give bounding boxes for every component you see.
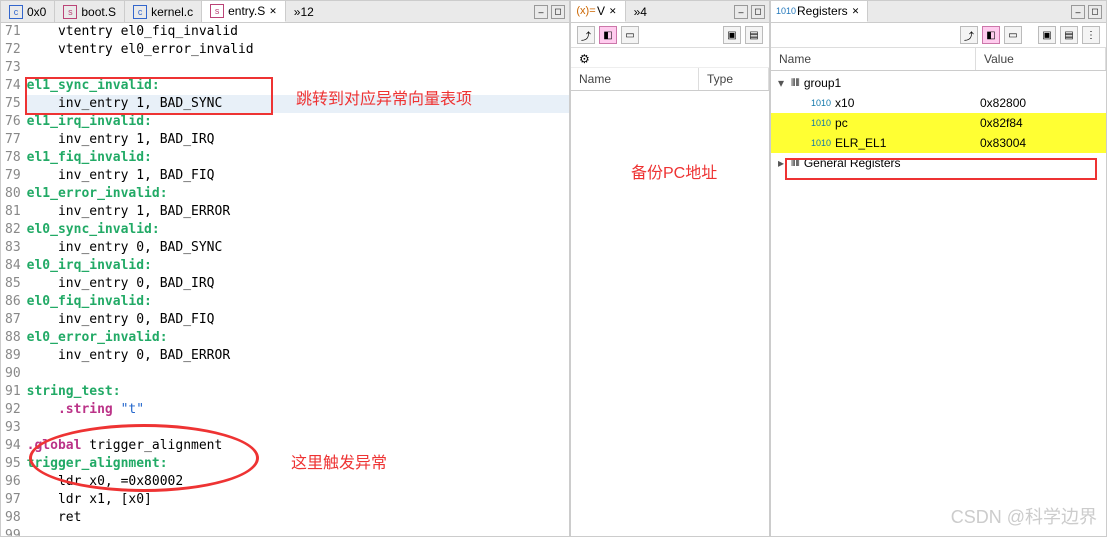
tab-entry[interactable]: sentry.S ✕: [202, 1, 286, 22]
expander-icon[interactable]: ▾: [775, 76, 787, 90]
code-line[interactable]: ldr x0, =0x80002: [27, 473, 569, 491]
regs-tree[interactable]: ▾⦀⦀group1 1010x100x828001010pc0x82f84101…: [771, 71, 1106, 536]
annotation-text-1: 跳转到对应异常向量表项: [296, 85, 472, 109]
general-registers-row[interactable]: ▸⦀⦀General Registers: [771, 153, 1106, 173]
code-line[interactable]: inv_entry 0, BAD_ERROR: [27, 347, 569, 365]
regs-toolbar: ⤴ ◧ ▭ ▣ ▤ ⋮: [771, 23, 1106, 48]
tab-kernel[interactable]: ckernel.c: [125, 1, 202, 22]
tab-overflow[interactable]: »12: [286, 1, 322, 22]
code-line[interactable]: el0_sync_invalid:: [27, 221, 569, 239]
col-value[interactable]: Value: [976, 48, 1106, 70]
code-line[interactable]: el0_fiq_invalid:: [27, 293, 569, 311]
tab-0x0[interactable]: c0x0: [1, 1, 55, 22]
annotation-text-3: 备份PC地址: [631, 159, 717, 183]
watermark: CSDN @科学边界: [951, 503, 1097, 529]
toolbar-btn-1[interactable]: ⤴: [577, 26, 595, 44]
vars-tabbar: (x)=V ✕ »4 – ◻: [571, 1, 769, 23]
maximize-icon[interactable]: ◻: [1088, 5, 1102, 19]
code-line[interactable]: inv_entry 0, BAD_IRQ: [27, 275, 569, 293]
tab-variables[interactable]: (x)=V ✕: [571, 1, 626, 22]
minimize-icon[interactable]: –: [1071, 5, 1085, 19]
minimize-icon[interactable]: –: [734, 5, 748, 19]
toolbar-btn-5[interactable]: ▤: [745, 26, 763, 44]
toolbar-btn-6[interactable]: ⋮: [1082, 26, 1100, 44]
vars-tab-overflow[interactable]: »4: [626, 1, 655, 22]
toolbar-btn-4[interactable]: ▣: [723, 26, 741, 44]
code-line[interactable]: el1_irq_invalid:: [27, 113, 569, 131]
editor-tabbar: c0x0 sboot.S ckernel.c sentry.S ✕ »12 – …: [1, 1, 569, 23]
code-line[interactable]: inv_entry 1, BAD_FIQ: [27, 167, 569, 185]
register-row[interactable]: 1010pc0x82f84: [771, 113, 1106, 133]
tab-boot[interactable]: sboot.S: [55, 1, 125, 22]
maximize-icon[interactable]: ◻: [551, 5, 565, 19]
code-line[interactable]: ldr x1, [x0]: [27, 491, 569, 509]
code-line[interactable]: [27, 419, 569, 437]
code-line[interactable]: vtentry el0_fiq_invalid: [27, 23, 569, 41]
col-type[interactable]: Type: [699, 68, 769, 90]
code-line[interactable]: el0_error_invalid:: [27, 329, 569, 347]
code-line[interactable]: [27, 527, 569, 536]
register-row[interactable]: 1010ELR_EL10x83004: [771, 133, 1106, 153]
vars-header: Name Type: [571, 68, 769, 91]
code-line[interactable]: vtentry el0_error_invalid: [27, 41, 569, 59]
minimize-icon[interactable]: –: [534, 5, 548, 19]
col-name[interactable]: Name: [571, 68, 699, 90]
toolbar-btn-2[interactable]: ◧: [599, 26, 617, 44]
code-line[interactable]: inv_entry 0, BAD_SYNC: [27, 239, 569, 257]
col-name[interactable]: Name: [771, 48, 976, 70]
regs-header: Name Value: [771, 48, 1106, 71]
code-line[interactable]: el1_fiq_invalid:: [27, 149, 569, 167]
toolbar-btn-3[interactable]: ▭: [621, 26, 639, 44]
register-row[interactable]: 1010x100x82800: [771, 93, 1106, 113]
toolbar-btn-5[interactable]: ▤: [1060, 26, 1078, 44]
expander-icon[interactable]: ▸: [775, 156, 787, 170]
maximize-icon[interactable]: ◻: [751, 5, 765, 19]
code-line[interactable]: inv_entry 1, BAD_IRQ: [27, 131, 569, 149]
code-line[interactable]: inv_entry 0, BAD_FIQ: [27, 311, 569, 329]
vars-toolbar: ⤴ ◧ ▭ ▣ ▤: [571, 23, 769, 48]
code-line[interactable]: inv_entry 1, BAD_ERROR: [27, 203, 569, 221]
regs-tabbar: 1010Registers ✕ – ◻: [771, 1, 1106, 23]
toolbar-btn-3[interactable]: ▭: [1004, 26, 1022, 44]
group-row[interactable]: ▾⦀⦀group1: [771, 73, 1106, 93]
toolbar-btn-1[interactable]: ⤴: [960, 26, 978, 44]
vars-filter[interactable]: ⚙: [571, 48, 769, 68]
tab-registers[interactable]: 1010Registers ✕: [771, 1, 868, 22]
code-line[interactable]: [27, 59, 569, 77]
code-line[interactable]: el1_error_invalid:: [27, 185, 569, 203]
toolbar-btn-4[interactable]: ▣: [1038, 26, 1056, 44]
vars-tree[interactable]: [571, 91, 769, 536]
code-line[interactable]: ret: [27, 509, 569, 527]
code-line[interactable]: el0_irq_invalid:: [27, 257, 569, 275]
code-line[interactable]: .string "t": [27, 401, 569, 419]
code-line[interactable]: string_test:: [27, 383, 569, 401]
toolbar-btn-2[interactable]: ◧: [982, 26, 1000, 44]
code-editor[interactable]: 7172737475767778798081828384858687888990…: [1, 23, 569, 536]
annotation-text-2: 这里触发异常: [291, 449, 387, 473]
code-line[interactable]: [27, 365, 569, 383]
